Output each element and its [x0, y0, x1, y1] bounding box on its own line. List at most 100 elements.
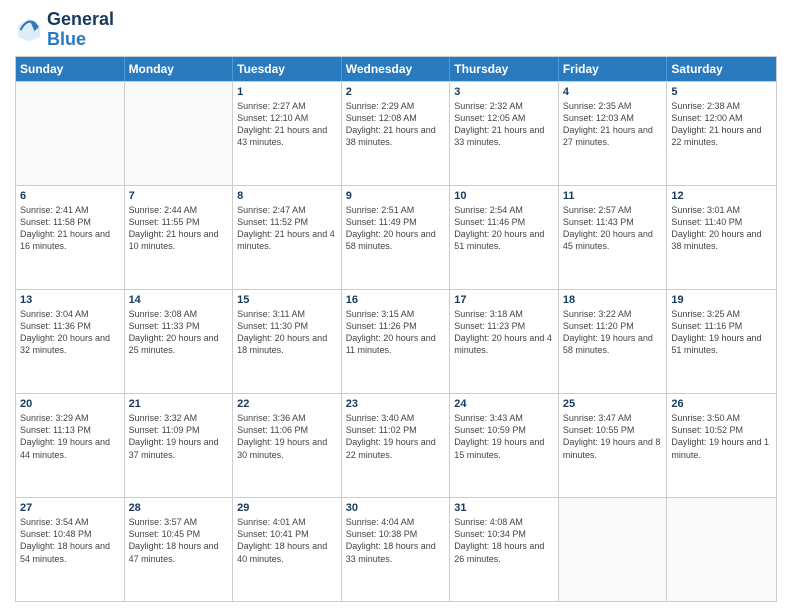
calendar-header-cell: Sunday	[16, 57, 125, 81]
day-number: 9	[346, 189, 446, 203]
day-number: 3	[454, 85, 554, 99]
day-number: 15	[237, 293, 337, 307]
calendar-row: 13Sunrise: 3:04 AM Sunset: 11:36 PM Dayl…	[16, 289, 776, 393]
day-number: 12	[671, 189, 772, 203]
day-info: Sunrise: 2:57 AM Sunset: 11:43 PM Daylig…	[563, 204, 663, 253]
day-number: 26	[671, 397, 772, 411]
day-number: 13	[20, 293, 120, 307]
calendar-cell: 31Sunrise: 4:08 AM Sunset: 10:34 PM Dayl…	[450, 498, 559, 601]
day-info: Sunrise: 3:11 AM Sunset: 11:30 PM Daylig…	[237, 308, 337, 357]
day-info: Sunrise: 3:50 AM Sunset: 10:52 PM Daylig…	[671, 412, 772, 461]
day-number: 1	[237, 85, 337, 99]
day-number: 4	[563, 85, 663, 99]
day-number: 10	[454, 189, 554, 203]
day-info: Sunrise: 4:08 AM Sunset: 10:34 PM Daylig…	[454, 516, 554, 565]
calendar-cell: 28Sunrise: 3:57 AM Sunset: 10:45 PM Dayl…	[125, 498, 234, 601]
day-info: Sunrise: 3:01 AM Sunset: 11:40 PM Daylig…	[671, 204, 772, 253]
calendar-cell	[559, 498, 668, 601]
calendar-cell: 16Sunrise: 3:15 AM Sunset: 11:26 PM Dayl…	[342, 290, 451, 393]
day-info: Sunrise: 3:47 AM Sunset: 10:55 PM Daylig…	[563, 412, 663, 461]
calendar-header-cell: Wednesday	[342, 57, 451, 81]
day-number: 2	[346, 85, 446, 99]
calendar-cell: 10Sunrise: 2:54 AM Sunset: 11:46 PM Dayl…	[450, 186, 559, 289]
calendar-cell	[16, 82, 125, 185]
day-number: 30	[346, 501, 446, 515]
calendar-cell: 7Sunrise: 2:44 AM Sunset: 11:55 PM Dayli…	[125, 186, 234, 289]
day-info: Sunrise: 2:44 AM Sunset: 11:55 PM Daylig…	[129, 204, 229, 253]
calendar-cell: 23Sunrise: 3:40 AM Sunset: 11:02 PM Dayl…	[342, 394, 451, 497]
calendar-cell: 6Sunrise: 2:41 AM Sunset: 11:58 PM Dayli…	[16, 186, 125, 289]
calendar-cell: 21Sunrise: 3:32 AM Sunset: 11:09 PM Dayl…	[125, 394, 234, 497]
day-info: Sunrise: 2:51 AM Sunset: 11:49 PM Daylig…	[346, 204, 446, 253]
day-info: Sunrise: 3:18 AM Sunset: 11:23 PM Daylig…	[454, 308, 554, 357]
day-info: Sunrise: 3:29 AM Sunset: 11:13 PM Daylig…	[20, 412, 120, 461]
day-number: 29	[237, 501, 337, 515]
day-number: 31	[454, 501, 554, 515]
calendar-cell: 19Sunrise: 3:25 AM Sunset: 11:16 PM Dayl…	[667, 290, 776, 393]
calendar-cell: 1Sunrise: 2:27 AM Sunset: 12:10 AM Dayli…	[233, 82, 342, 185]
calendar-cell: 24Sunrise: 3:43 AM Sunset: 10:59 PM Dayl…	[450, 394, 559, 497]
day-number: 7	[129, 189, 229, 203]
calendar-header-cell: Tuesday	[233, 57, 342, 81]
calendar-header: SundayMondayTuesdayWednesdayThursdayFrid…	[16, 57, 776, 81]
day-info: Sunrise: 3:57 AM Sunset: 10:45 PM Daylig…	[129, 516, 229, 565]
calendar-header-cell: Thursday	[450, 57, 559, 81]
calendar-cell: 27Sunrise: 3:54 AM Sunset: 10:48 PM Dayl…	[16, 498, 125, 601]
day-number: 27	[20, 501, 120, 515]
day-info: Sunrise: 3:25 AM Sunset: 11:16 PM Daylig…	[671, 308, 772, 357]
calendar-cell: 20Sunrise: 3:29 AM Sunset: 11:13 PM Dayl…	[16, 394, 125, 497]
day-info: Sunrise: 3:15 AM Sunset: 11:26 PM Daylig…	[346, 308, 446, 357]
day-info: Sunrise: 3:08 AM Sunset: 11:33 PM Daylig…	[129, 308, 229, 357]
calendar-cell	[667, 498, 776, 601]
calendar-cell: 29Sunrise: 4:01 AM Sunset: 10:41 PM Dayl…	[233, 498, 342, 601]
calendar-row: 20Sunrise: 3:29 AM Sunset: 11:13 PM Dayl…	[16, 393, 776, 497]
calendar-cell: 14Sunrise: 3:08 AM Sunset: 11:33 PM Dayl…	[125, 290, 234, 393]
day-number: 18	[563, 293, 663, 307]
calendar-header-cell: Friday	[559, 57, 668, 81]
day-info: Sunrise: 2:27 AM Sunset: 12:10 AM Daylig…	[237, 100, 337, 149]
day-number: 16	[346, 293, 446, 307]
day-info: Sunrise: 3:40 AM Sunset: 11:02 PM Daylig…	[346, 412, 446, 461]
calendar-cell: 9Sunrise: 2:51 AM Sunset: 11:49 PM Dayli…	[342, 186, 451, 289]
day-info: Sunrise: 2:41 AM Sunset: 11:58 PM Daylig…	[20, 204, 120, 253]
day-info: Sunrise: 2:32 AM Sunset: 12:05 AM Daylig…	[454, 100, 554, 149]
calendar-row: 6Sunrise: 2:41 AM Sunset: 11:58 PM Dayli…	[16, 185, 776, 289]
page: General Blue SundayMondayTuesdayWednesda…	[0, 0, 792, 612]
header: General Blue	[15, 10, 777, 50]
day-info: Sunrise: 3:54 AM Sunset: 10:48 PM Daylig…	[20, 516, 120, 565]
day-info: Sunrise: 2:35 AM Sunset: 12:03 AM Daylig…	[563, 100, 663, 149]
day-number: 17	[454, 293, 554, 307]
day-info: Sunrise: 4:01 AM Sunset: 10:41 PM Daylig…	[237, 516, 337, 565]
day-info: Sunrise: 2:38 AM Sunset: 12:00 AM Daylig…	[671, 100, 772, 149]
calendar-cell: 30Sunrise: 4:04 AM Sunset: 10:38 PM Dayl…	[342, 498, 451, 601]
day-number: 14	[129, 293, 229, 307]
logo-text: General Blue	[47, 10, 114, 50]
day-info: Sunrise: 2:47 AM Sunset: 11:52 PM Daylig…	[237, 204, 337, 253]
day-number: 23	[346, 397, 446, 411]
day-info: Sunrise: 4:04 AM Sunset: 10:38 PM Daylig…	[346, 516, 446, 565]
day-info: Sunrise: 3:36 AM Sunset: 11:06 PM Daylig…	[237, 412, 337, 461]
day-info: Sunrise: 3:32 AM Sunset: 11:09 PM Daylig…	[129, 412, 229, 461]
day-info: Sunrise: 3:43 AM Sunset: 10:59 PM Daylig…	[454, 412, 554, 461]
calendar-cell: 17Sunrise: 3:18 AM Sunset: 11:23 PM Dayl…	[450, 290, 559, 393]
day-number: 20	[20, 397, 120, 411]
calendar-cell: 12Sunrise: 3:01 AM Sunset: 11:40 PM Dayl…	[667, 186, 776, 289]
day-info: Sunrise: 2:29 AM Sunset: 12:08 AM Daylig…	[346, 100, 446, 149]
calendar-row: 27Sunrise: 3:54 AM Sunset: 10:48 PM Dayl…	[16, 497, 776, 601]
day-info: Sunrise: 3:04 AM Sunset: 11:36 PM Daylig…	[20, 308, 120, 357]
day-number: 28	[129, 501, 229, 515]
calendar-header-cell: Saturday	[667, 57, 776, 81]
day-number: 25	[563, 397, 663, 411]
day-number: 8	[237, 189, 337, 203]
day-number: 24	[454, 397, 554, 411]
calendar-cell: 2Sunrise: 2:29 AM Sunset: 12:08 AM Dayli…	[342, 82, 451, 185]
day-info: Sunrise: 3:22 AM Sunset: 11:20 PM Daylig…	[563, 308, 663, 357]
calendar-cell: 3Sunrise: 2:32 AM Sunset: 12:05 AM Dayli…	[450, 82, 559, 185]
calendar-cell: 5Sunrise: 2:38 AM Sunset: 12:00 AM Dayli…	[667, 82, 776, 185]
day-number: 21	[129, 397, 229, 411]
calendar-cell: 8Sunrise: 2:47 AM Sunset: 11:52 PM Dayli…	[233, 186, 342, 289]
calendar-cell: 13Sunrise: 3:04 AM Sunset: 11:36 PM Dayl…	[16, 290, 125, 393]
day-info: Sunrise: 2:54 AM Sunset: 11:46 PM Daylig…	[454, 204, 554, 253]
calendar-cell: 22Sunrise: 3:36 AM Sunset: 11:06 PM Dayl…	[233, 394, 342, 497]
calendar-cell: 4Sunrise: 2:35 AM Sunset: 12:03 AM Dayli…	[559, 82, 668, 185]
